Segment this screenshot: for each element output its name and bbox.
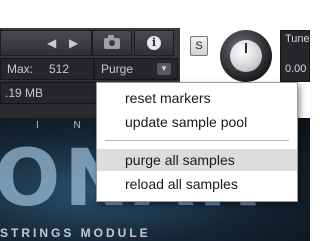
solo-button[interactable]: S xyxy=(190,36,208,56)
preset-navigation: ◀ ▶ xyxy=(0,30,92,56)
menu-item-purge-all-samples[interactable]: purge all samples xyxy=(97,149,297,171)
right-arrow-icon[interactable]: ▶ xyxy=(69,37,78,49)
menu-item-reset-markers[interactable]: reset markers xyxy=(97,87,297,109)
tune-label: Tune xyxy=(285,33,310,45)
menu-item-reload-all-samples[interactable]: reload all samples xyxy=(97,173,297,195)
info-button[interactable]: i xyxy=(134,30,174,56)
max-voices-value: 512 xyxy=(49,62,70,76)
knob-cap xyxy=(230,40,262,72)
chevron-down-icon[interactable]: ▼ xyxy=(157,63,171,75)
knob-indicator xyxy=(245,43,247,53)
info-icon: i xyxy=(147,36,161,50)
menu-divider xyxy=(105,140,289,141)
tune-knob[interactable] xyxy=(220,30,272,82)
memory-value: .19 MB xyxy=(5,86,44,100)
menu-item-update-sample-pool[interactable]: update sample pool xyxy=(97,111,297,133)
purge-label: Purge xyxy=(101,62,134,76)
tune-display: Tune 0.00 xyxy=(280,30,310,82)
camera-icon xyxy=(104,34,120,49)
snapshot-button[interactable] xyxy=(92,30,132,56)
max-voices-label: Max: xyxy=(7,62,34,76)
tune-value: 0.00 xyxy=(285,63,307,75)
artwork-subtitle: STRINGS MODULE xyxy=(0,226,151,240)
purge-menu: reset markers update sample pool purge a… xyxy=(96,82,298,202)
max-voices-field[interactable]: Max: 512 xyxy=(0,58,94,80)
instrument-window: ◀ ▶ i Max: 512 Purge ▼ .19 MB S Tune 0.0… xyxy=(0,0,310,241)
purge-dropdown[interactable]: Purge ▼ xyxy=(94,58,178,80)
left-arrow-icon[interactable]: ◀ xyxy=(47,37,56,49)
